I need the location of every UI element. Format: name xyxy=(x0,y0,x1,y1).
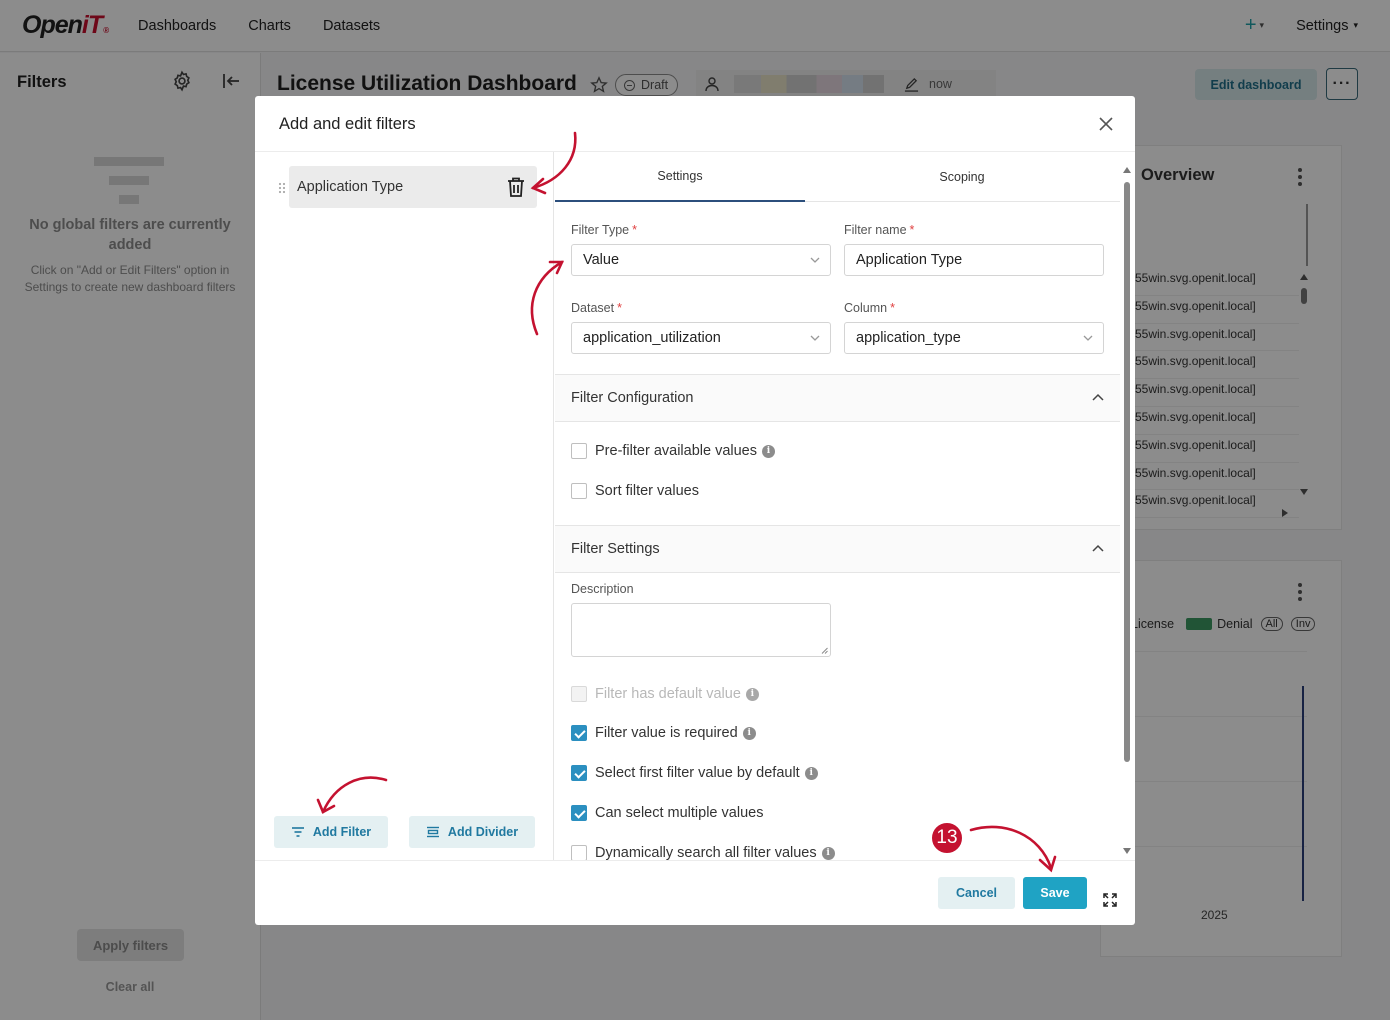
required-mark: * xyxy=(909,223,915,237)
dataset-select[interactable]: application_utilization xyxy=(571,322,831,354)
select-value: Value xyxy=(583,252,620,268)
chevron-up-icon xyxy=(1092,544,1104,552)
required-mark: * xyxy=(617,301,622,315)
column-label: Column * xyxy=(844,301,895,315)
step-number-badge: 13 xyxy=(931,822,963,854)
chevron-up-icon xyxy=(1092,393,1104,401)
modal-title: Add and edit filters xyxy=(279,115,416,133)
select-value: application_utilization xyxy=(583,330,721,346)
chevron-down-icon xyxy=(810,335,820,341)
checkbox-label: Pre-filter available values xyxy=(595,443,757,459)
fullscreen-icon[interactable] xyxy=(1103,893,1117,907)
tab-scoping[interactable]: Scoping xyxy=(837,152,1087,202)
filter-name-input[interactable]: Application Type xyxy=(844,244,1104,276)
required-checkbox[interactable] xyxy=(571,725,587,741)
checkbox-label: Filter value is required xyxy=(595,725,738,741)
checkbox-label: Dynamically search all filter values xyxy=(595,845,817,860)
filter-type-label: Filter Type * xyxy=(571,223,637,237)
tab-settings[interactable]: Settings xyxy=(555,152,805,202)
filter-configuration-header[interactable]: Filter Configuration xyxy=(555,374,1120,422)
tab-bar: Settings Scoping xyxy=(555,152,1120,202)
select-value: application_type xyxy=(856,330,961,346)
scrollbar-thumb[interactable] xyxy=(1124,182,1130,762)
add-divider-label: Add Divider xyxy=(447,825,519,839)
filter-list-column: Application Type Add Filter Add Divider xyxy=(255,152,554,860)
info-icon[interactable]: i xyxy=(821,846,835,860)
chevron-down-icon xyxy=(1083,335,1093,341)
dynamic-search-checkbox[interactable] xyxy=(571,845,587,860)
drag-handle-icon[interactable] xyxy=(278,182,286,194)
description-label: Description xyxy=(571,582,634,596)
filter-name-label: Filter name * xyxy=(844,223,914,237)
trash-icon[interactable] xyxy=(506,176,526,198)
filter-settings-header[interactable]: Filter Settings xyxy=(555,525,1120,573)
modal-footer: Cancel Save xyxy=(255,860,1135,925)
required-mark: * xyxy=(890,301,895,315)
label-text: Filter name xyxy=(844,223,907,237)
cancel-button[interactable]: Cancel xyxy=(938,877,1015,909)
sort-checkbox[interactable] xyxy=(571,483,587,499)
info-icon[interactable]: i xyxy=(742,726,756,740)
add-filter-label: Add Filter xyxy=(312,825,372,839)
close-icon[interactable] xyxy=(1097,115,1115,133)
info-icon[interactable]: i xyxy=(762,444,775,458)
section-title: Filter Settings xyxy=(571,541,660,557)
modal-header: Add and edit filters xyxy=(255,96,1135,152)
section-title: Filter Configuration xyxy=(571,390,694,406)
dynamic-search-checkbox-row[interactable]: Dynamically search all filter values i xyxy=(571,845,835,860)
info-icon[interactable]: i xyxy=(804,766,818,780)
info-icon[interactable]: i xyxy=(745,687,759,701)
multiple-checkbox[interactable] xyxy=(571,805,587,821)
resize-handle-icon[interactable] xyxy=(821,647,828,654)
add-filter-button[interactable]: Add Filter xyxy=(274,816,388,848)
filter-type-select[interactable]: Value xyxy=(571,244,831,276)
column-select[interactable]: application_type xyxy=(844,322,1104,354)
prefilter-checkbox[interactable] xyxy=(571,443,587,459)
checkbox-label: Select first filter value by default xyxy=(595,765,800,781)
description-textarea[interactable] xyxy=(571,603,831,657)
label-text: Column xyxy=(844,301,888,315)
label-text: Filter Type xyxy=(571,223,630,237)
has-default-checkbox xyxy=(571,686,587,702)
save-button[interactable]: Save xyxy=(1023,877,1087,909)
required-mark: * xyxy=(632,223,637,237)
select-first-checkbox[interactable] xyxy=(571,765,587,781)
add-edit-filters-modal: Add and edit filters Application Type Ad… xyxy=(255,96,1135,925)
multiple-checkbox-row[interactable]: Can select multiple values xyxy=(571,805,763,821)
label-text: Dataset xyxy=(571,301,615,315)
filter-item-label: Application Type xyxy=(297,179,404,195)
checkbox-label: Filter has default value xyxy=(595,686,741,702)
dataset-label: Dataset * xyxy=(571,301,622,315)
has-default-checkbox-row: Filter has default value i xyxy=(571,686,759,702)
divider-icon xyxy=(426,826,439,838)
filter-settings-column: Settings Scoping Filter Type * Value Filt… xyxy=(555,152,1135,860)
filter-icon xyxy=(291,827,304,837)
prefilter-checkbox-row[interactable]: Pre-filter available values i xyxy=(571,443,775,459)
checkbox-label: Sort filter values xyxy=(595,483,699,499)
input-value: Application Type xyxy=(856,252,963,268)
chevron-down-icon xyxy=(810,257,820,263)
add-divider-button[interactable]: Add Divider xyxy=(409,816,535,848)
filter-list-item[interactable]: Application Type xyxy=(289,166,537,208)
select-first-checkbox-row[interactable]: Select first filter value by default i xyxy=(571,765,818,781)
required-checkbox-row[interactable]: Filter value is required i xyxy=(571,725,756,741)
checkbox-label: Can select multiple values xyxy=(595,805,764,821)
sort-checkbox-row[interactable]: Sort filter values xyxy=(571,483,699,499)
